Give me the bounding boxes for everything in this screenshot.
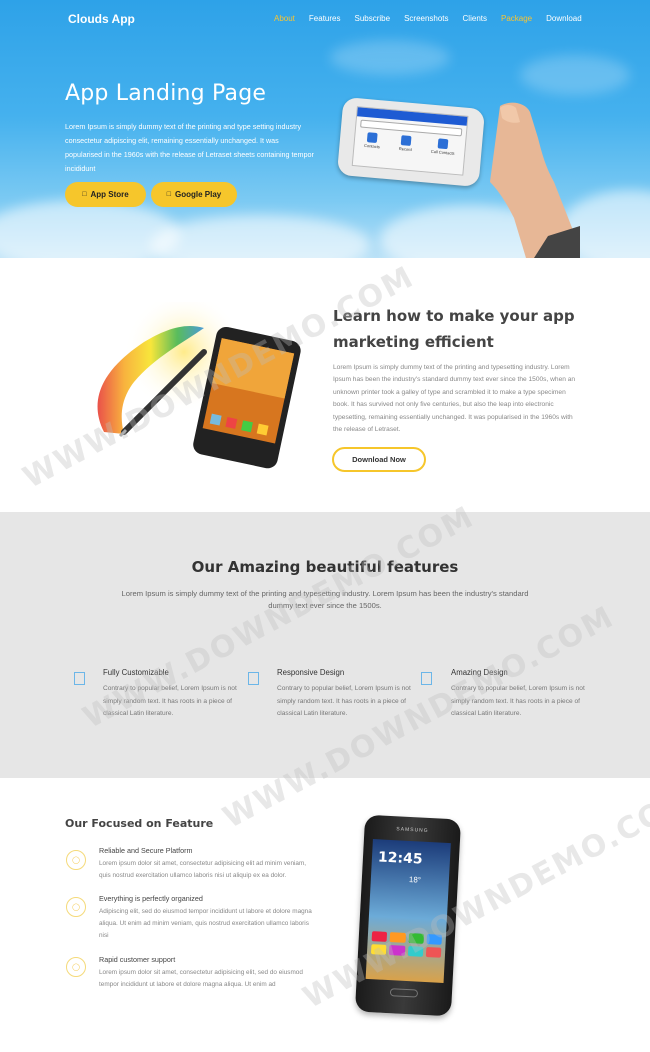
record-app-icon — [400, 135, 412, 146]
features-subtitle: Lorem Ipsum is simply dummy text of the … — [121, 589, 529, 610]
app-icon — [389, 945, 405, 956]
feature-title: Responsive Design — [277, 668, 345, 677]
phone-app-grid — [370, 931, 443, 958]
phone-body: Contacts Record Call Contacts — [336, 96, 486, 188]
app-store-label: App Store — [90, 190, 129, 199]
focused-item-title: Rapid customer support — [99, 955, 176, 964]
design-icon — [421, 672, 432, 685]
phone-app: Call Contacts — [431, 138, 456, 156]
nav-menu: About Features Subscribe Screenshots Cli… — [274, 14, 596, 23]
phone-app-label: Contacts — [363, 142, 381, 150]
feature-bullet-icon: ◯ — [66, 850, 86, 870]
phone-screen: 12:45 18° — [365, 839, 451, 983]
phone-screen: Contacts Record Call Contacts — [351, 106, 469, 176]
google-play-button[interactable]: □ Google Play — [151, 182, 237, 207]
feature-item: Amazing Design Contrary to popular belie… — [451, 668, 591, 721]
phone-stylus-illustration — [97, 302, 301, 469]
feature-bullet-icon: ◯ — [66, 897, 86, 917]
focused-item-text: Adipiscing elit, sed do eiusmod tempor i… — [99, 908, 312, 939]
apple-icon: □ — [82, 191, 87, 198]
app-icon — [426, 934, 443, 945]
focused-item: Reliable and Secure Platform Lorem ipsum… — [99, 846, 314, 882]
app-icon — [371, 931, 388, 942]
cloud-shape — [520, 55, 630, 95]
customize-icon — [74, 672, 85, 685]
contacts-app-icon — [367, 132, 379, 144]
responsive-icon — [248, 672, 259, 685]
nav-item-package[interactable]: Package — [501, 14, 532, 23]
feature-title: Amazing Design — [451, 668, 508, 677]
cloud-shape — [150, 215, 370, 258]
samsung-phone-image: SAMSUNG 12:45 18° — [354, 814, 462, 1017]
dialpad-app-icon — [438, 138, 449, 150]
brand-logo[interactable]: Clouds App — [68, 12, 135, 26]
phone-clock: 12:45 — [377, 849, 423, 868]
features-section — [0, 512, 650, 778]
focused-item-title: Reliable and Secure Platform — [99, 846, 193, 855]
phone-app: Contacts — [364, 132, 381, 149]
feature-item: Responsive Design Contrary to popular be… — [277, 668, 417, 721]
app-icon — [425, 946, 442, 958]
nav-item-subscribe[interactable]: Subscribe — [354, 14, 390, 23]
nav-item-clients[interactable]: Clients — [463, 14, 487, 23]
focused-item: Rapid customer support Lorem ipsum dolor… — [99, 955, 314, 991]
focused-item-text: Lorem ipsum dolor sit amet, consectetur … — [99, 969, 303, 988]
android-icon: □ — [166, 191, 171, 198]
focused-item: Everything is perfectly organized Adipis… — [99, 894, 314, 942]
hero-title: App Landing Page — [65, 81, 267, 106]
home-button — [389, 988, 419, 998]
app-store-button[interactable]: □ App Store — [65, 182, 146, 207]
section-text: Lorem Ipsum is simply dummy text of the … — [333, 364, 576, 434]
nav-item-about[interactable]: About — [274, 14, 295, 23]
hero-section: Clouds App About Features Subscribe Scre… — [0, 0, 650, 258]
phone-brand: SAMSUNG — [396, 826, 429, 834]
features-title: Our Amazing beautiful features — [191, 558, 459, 576]
app-icon — [407, 946, 424, 957]
feature-item: Fully Customizable Contrary to popular b… — [103, 668, 243, 721]
feature-text: Contrary to popular belief, Lorem Ipsum … — [103, 685, 237, 717]
nav-item-screenshots[interactable]: Screenshots — [404, 14, 448, 23]
phone-app-label: Call Contacts — [430, 148, 455, 156]
phone-weather: 18° — [408, 875, 422, 885]
focused-title: Our Focused on Feature — [65, 817, 214, 830]
app-icon — [408, 933, 424, 944]
feature-title: Fully Customizable — [103, 668, 169, 677]
hero-text: Lorem Ipsum is simply dummy text of the … — [65, 122, 314, 173]
cloud-shape — [330, 40, 450, 75]
download-now-button[interactable]: Download Now — [332, 447, 426, 472]
app-icon — [389, 932, 406, 943]
feature-text: Contrary to popular belief, Lorem Ipsum … — [451, 685, 585, 717]
feature-text: Contrary to popular belief, Lorem Ipsum … — [277, 685, 411, 717]
phone-app-label: Record — [398, 145, 412, 153]
watermark-text: WWW.DOWNDEMO.COM — [297, 779, 650, 1016]
nav-item-download[interactable]: Download — [546, 14, 582, 23]
nav-item-features[interactable]: Features — [309, 14, 341, 23]
google-play-label: Google Play — [175, 190, 222, 199]
phone-app: Record — [399, 135, 413, 152]
focused-item-text: Lorem ipsum dolor sit amet, consectetur … — [99, 860, 307, 879]
feature-bullet-icon: ◯ — [66, 957, 86, 977]
section-title: Learn how to make your app marketing eff… — [333, 307, 575, 351]
navbar: Clouds App About Features Subscribe Scre… — [0, 0, 650, 38]
focused-item-title: Everything is perfectly organized — [99, 894, 203, 903]
app-icon — [370, 944, 387, 955]
